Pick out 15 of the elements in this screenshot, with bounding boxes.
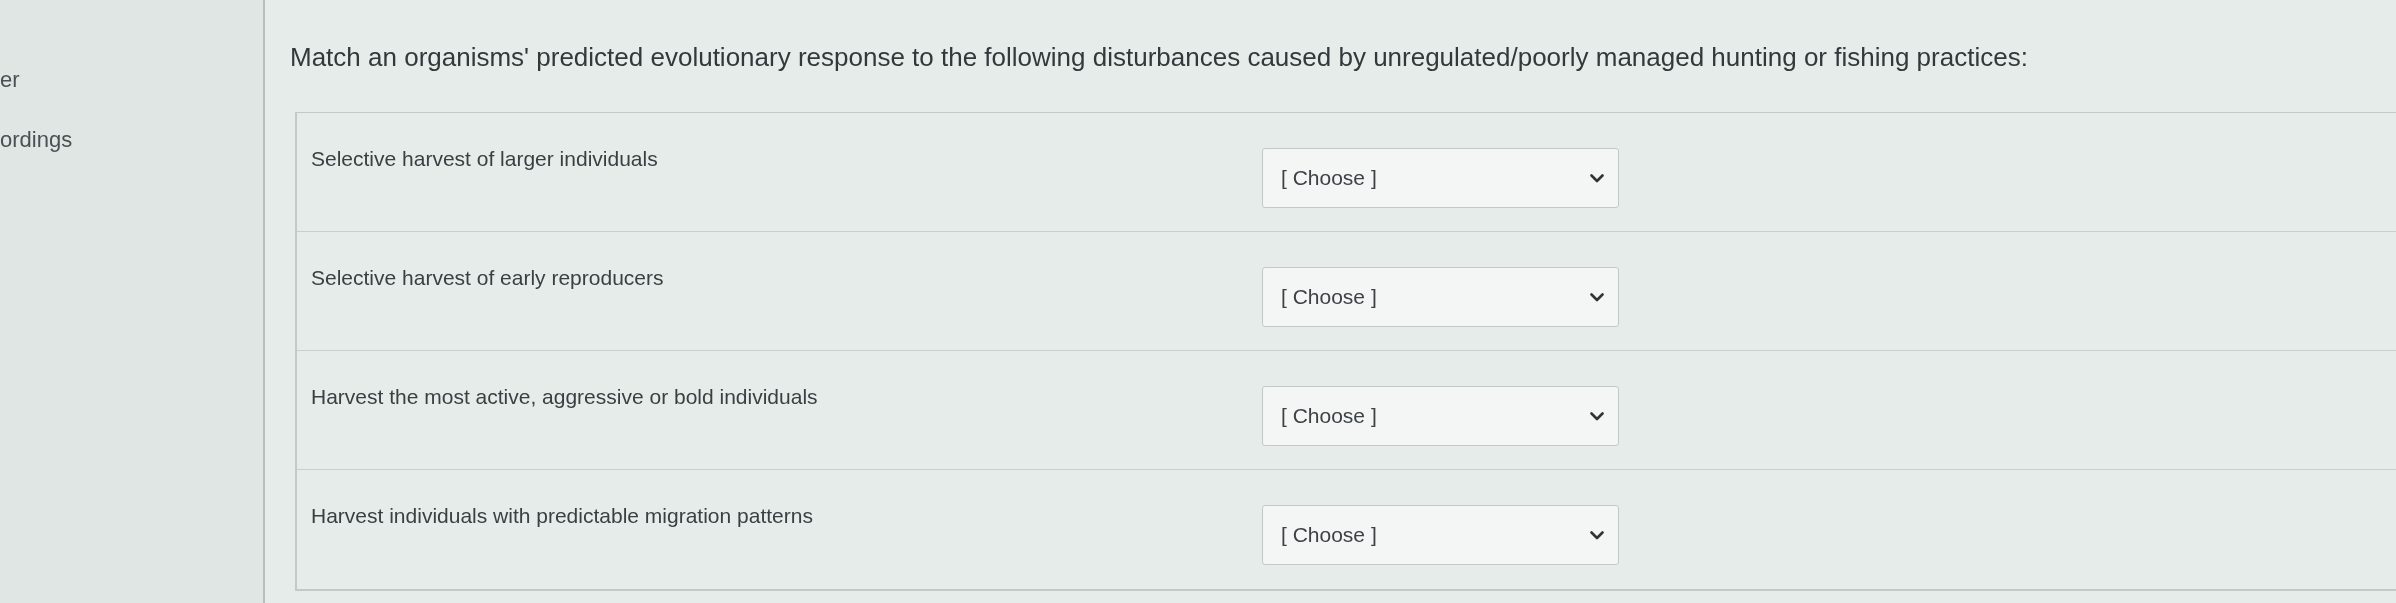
match-label: Harvest individuals with predictable migration patterns <box>311 503 813 529</box>
chevron-down-icon <box>1590 292 1604 302</box>
chevron-down-icon <box>1590 530 1604 540</box>
answer-dropdown[interactable]: [ Choose ] <box>1262 386 1619 446</box>
match-label: Selective harvest of larger individuals <box>311 146 658 172</box>
answer-dropdown[interactable]: [ Choose ] <box>1262 148 1619 208</box>
sidebar-link[interactable]: ordings <box>0 127 73 153</box>
chevron-down-icon <box>1590 173 1604 183</box>
match-label: Harvest the most active, aggressive or bold individuals <box>311 384 818 410</box>
sidebar-link[interactable]: er <box>0 67 20 93</box>
question-prompt: Match an organisms' predicted evolutionary response to the following disturbances caused by unregulated/poorly managed hunting or fishing practices: <box>290 41 2028 73</box>
answer-dropdown[interactable]: [ Choose ] <box>1262 505 1619 565</box>
answer-dropdown[interactable]: [ Choose ] <box>1262 267 1619 327</box>
match-label: Selective harvest of early reproducers <box>311 265 664 291</box>
chevron-down-icon <box>1590 411 1604 421</box>
